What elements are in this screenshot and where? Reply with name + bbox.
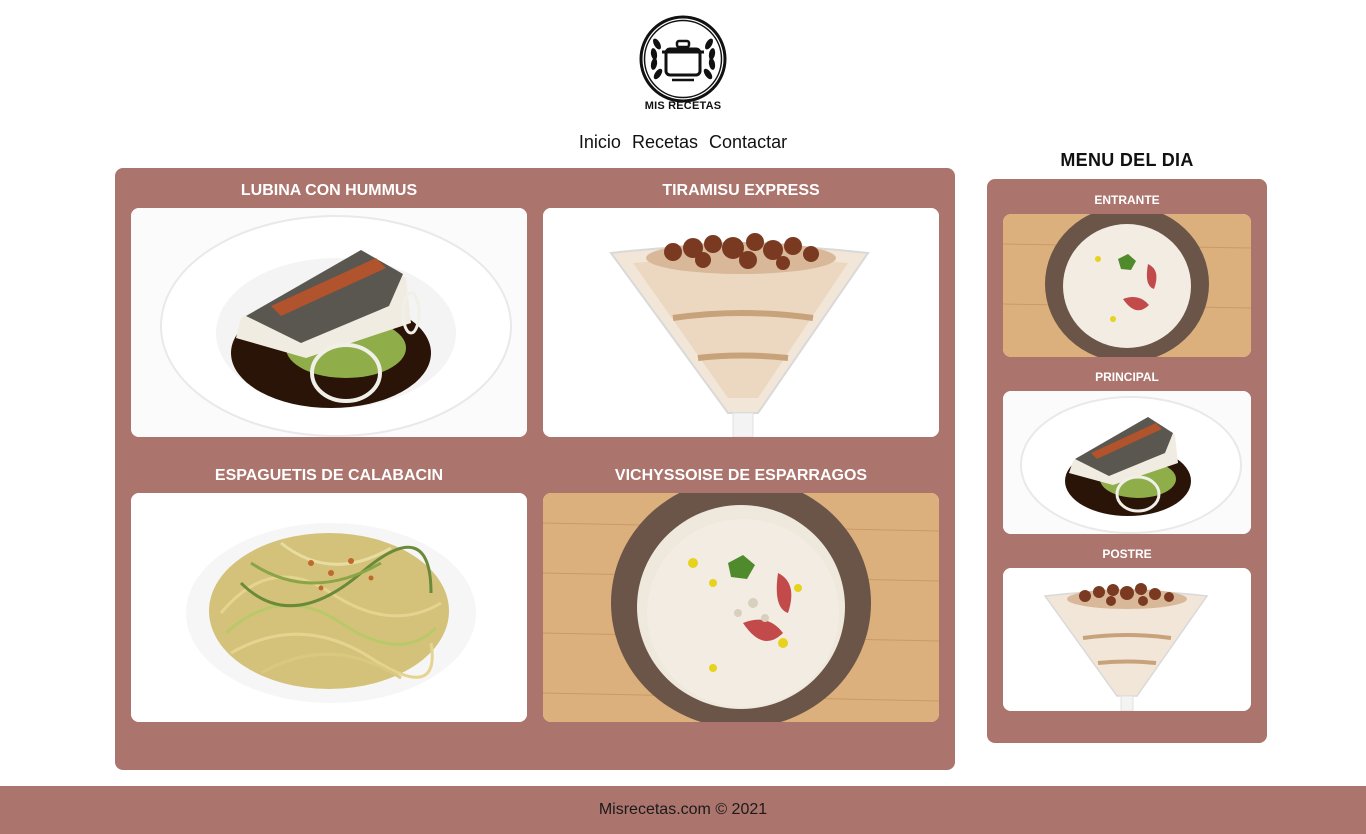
recipe-image[interactable] — [131, 493, 527, 722]
tiramisu-glass-image — [543, 208, 939, 437]
cooking-pot-laurel-icon — [639, 15, 727, 103]
tiramisu-glass-image — [1003, 568, 1251, 711]
sea-bass-plate-image — [131, 208, 527, 437]
recipes-panel: LUBINA CON HUMMUS TIRAMISU EXPRESS ESPAG… — [115, 168, 955, 770]
menu-item[interactable]: ENTRANTE — [1003, 190, 1251, 357]
menu-item-label: ENTRANTE — [1094, 193, 1160, 207]
recipe-card[interactable]: VICHYSSOISE DE ESPARRAGOS — [543, 453, 939, 722]
recipe-image[interactable] — [131, 208, 527, 437]
zucchini-spaghetti-image — [131, 493, 527, 722]
nav-recetas[interactable]: Recetas — [632, 132, 698, 152]
menu-item[interactable]: PRINCIPAL — [1003, 367, 1251, 534]
recipe-card[interactable]: TIRAMISU EXPRESS — [543, 168, 939, 437]
recipe-image[interactable] — [543, 493, 939, 722]
menu-item-label: POSTRE — [1102, 547, 1152, 561]
menu-item-label: PRINCIPAL — [1095, 370, 1159, 384]
menu-item[interactable]: POSTRE — [1003, 544, 1251, 711]
recipe-title: ESPAGUETIS DE CALABACIN — [214, 467, 444, 484]
menu-del-dia-panel: ENTRANTE PRINCIPAL POSTRE — [987, 179, 1267, 743]
recipe-image[interactable] — [543, 208, 939, 437]
footer-text: Misrecetas.com © 2021 — [598, 801, 768, 818]
menu-item-image[interactable] — [1003, 568, 1251, 711]
recipe-title: TIRAMISU EXPRESS — [662, 182, 820, 199]
menu-item-image[interactable] — [1003, 391, 1251, 534]
nav-inicio[interactable]: Inicio — [579, 132, 621, 152]
menu-item-image[interactable] — [1003, 214, 1251, 357]
menu-del-dia-title: MENU DEL DIA — [1060, 150, 1194, 170]
recipe-card[interactable]: ESPAGUETIS DE CALABACIN — [131, 453, 527, 722]
logo-text: MIS RECETAS — [644, 100, 722, 112]
recipe-title: VICHYSSOISE DE ESPARRAGOS — [614, 467, 868, 484]
asparagus-soup-bowl-image — [1003, 214, 1251, 357]
nav-contactar[interactable]: Contactar — [709, 132, 787, 152]
asparagus-soup-bowl-image — [543, 493, 939, 722]
footer: Misrecetas.com © 2021 — [0, 786, 1366, 834]
recipe-card[interactable]: LUBINA CON HUMMUS — [131, 168, 527, 437]
recipe-title: LUBINA CON HUMMUS — [240, 182, 418, 199]
sea-bass-plate-image — [1003, 391, 1251, 534]
site-logo[interactable]: MIS RECETAS — [630, 14, 736, 120]
